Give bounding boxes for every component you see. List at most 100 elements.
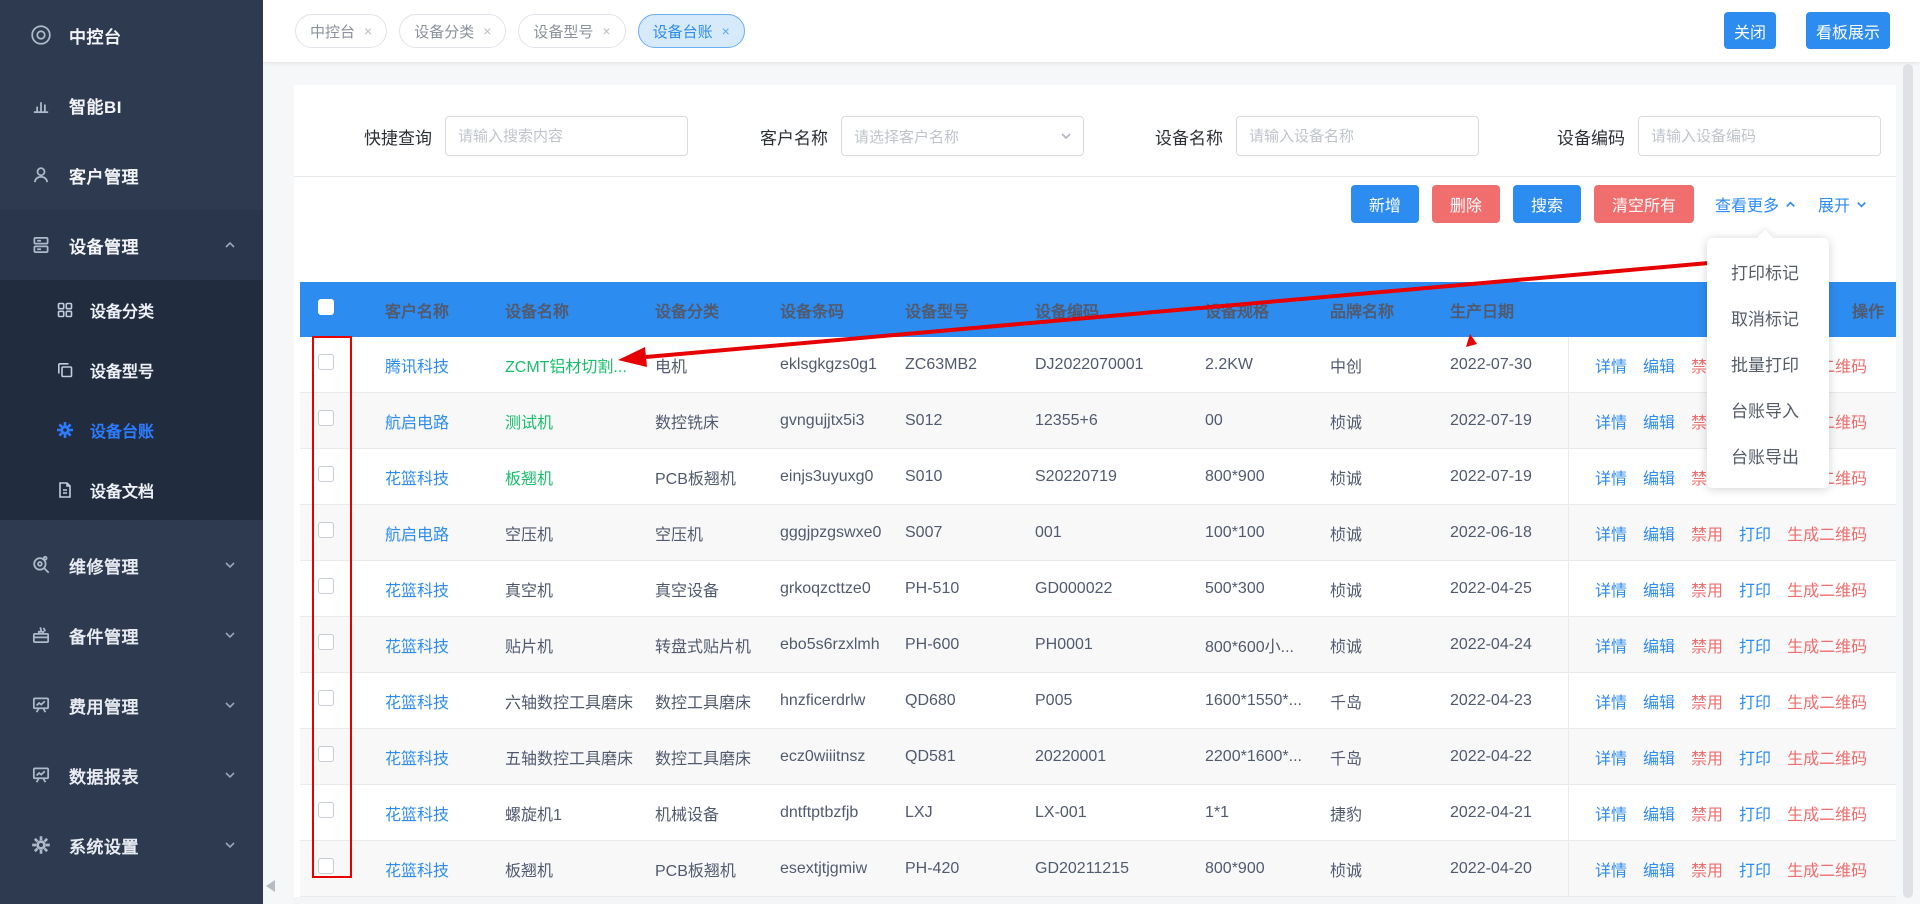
close-button[interactable]: 关闭 bbox=[1724, 12, 1776, 49]
delete-button[interactable]: 删除 bbox=[1432, 185, 1500, 223]
action-edit[interactable]: 编辑 bbox=[1643, 801, 1675, 825]
action-edit[interactable]: 编辑 bbox=[1643, 689, 1675, 713]
action-qrcode[interactable]: 生成二维码 bbox=[1787, 521, 1867, 545]
menu-item-batch-print[interactable]: 批量打印 bbox=[1707, 340, 1829, 386]
customer-link[interactable]: 花篮科技 bbox=[385, 751, 449, 768]
tab-device-category[interactable]: 设备分类 bbox=[399, 14, 506, 48]
sidebar-item-console[interactable]: 中控台 bbox=[0, 0, 263, 70]
sidebar-item-repair-mgmt[interactable]: 维修管理 bbox=[0, 530, 263, 600]
action-disable[interactable]: 禁用 bbox=[1691, 633, 1723, 657]
action-disable[interactable]: 禁用 bbox=[1691, 745, 1723, 769]
close-icon[interactable] bbox=[602, 24, 610, 38]
action-edit[interactable]: 编辑 bbox=[1643, 577, 1675, 601]
tab-device-ledger[interactable]: 设备台账 bbox=[638, 14, 745, 48]
customer-link[interactable]: 花篮科技 bbox=[385, 807, 449, 824]
board-display-button[interactable]: 看板展示 bbox=[1806, 12, 1890, 49]
action-edit[interactable]: 编辑 bbox=[1643, 353, 1675, 377]
customer-link[interactable]: 航启电路 bbox=[385, 415, 449, 432]
sidebar-item-bi[interactable]: 智能BI bbox=[0, 70, 263, 140]
quick-search-input[interactable] bbox=[445, 116, 688, 156]
action-print[interactable]: 打印 bbox=[1739, 633, 1771, 657]
sidebar-item-device-model[interactable]: 设备型号 bbox=[0, 340, 263, 400]
action-disable[interactable]: 禁用 bbox=[1691, 689, 1723, 713]
row-checkbox[interactable] bbox=[318, 522, 334, 538]
add-button[interactable]: 新增 bbox=[1351, 185, 1419, 223]
action-print[interactable]: 打印 bbox=[1739, 577, 1771, 601]
action-edit[interactable]: 编辑 bbox=[1643, 745, 1675, 769]
action-print[interactable]: 打印 bbox=[1739, 689, 1771, 713]
row-checkbox[interactable] bbox=[318, 802, 334, 818]
close-icon[interactable] bbox=[364, 24, 372, 38]
device-code-input[interactable] bbox=[1638, 116, 1881, 156]
action-print[interactable]: 打印 bbox=[1739, 857, 1771, 881]
horizontal-scroll-strip[interactable] bbox=[294, 897, 1896, 904]
action-edit[interactable]: 编辑 bbox=[1643, 409, 1675, 433]
close-icon[interactable] bbox=[483, 24, 491, 38]
clear-all-button[interactable]: 清空所有 bbox=[1594, 185, 1694, 223]
action-print[interactable]: 打印 bbox=[1739, 745, 1771, 769]
sidebar-item-spareparts-mgmt[interactable]: 备件管理 bbox=[0, 600, 263, 670]
customer-link[interactable]: 航启电路 bbox=[385, 527, 449, 544]
action-disable[interactable]: 禁用 bbox=[1691, 577, 1723, 601]
customer-link[interactable]: 腾讯科技 bbox=[385, 359, 449, 376]
sidebar-item-device-mgmt[interactable]: 设备管理 bbox=[0, 210, 263, 280]
vertical-scrollbar[interactable] bbox=[1903, 64, 1913, 898]
action-edit[interactable]: 编辑 bbox=[1643, 633, 1675, 657]
action-detail[interactable]: 详情 bbox=[1595, 409, 1627, 433]
row-checkbox[interactable] bbox=[318, 578, 334, 594]
row-checkbox[interactable] bbox=[318, 354, 334, 370]
action-detail[interactable]: 详情 bbox=[1595, 353, 1627, 377]
tab-device-model[interactable]: 设备型号 bbox=[518, 14, 625, 48]
action-disable[interactable]: 禁用 bbox=[1691, 857, 1723, 881]
action-qrcode[interactable]: 生成二维码 bbox=[1787, 689, 1867, 713]
action-qrcode[interactable]: 生成二维码 bbox=[1787, 857, 1867, 881]
sidebar-item-system-settings[interactable]: 系统设置 bbox=[0, 810, 263, 880]
sidebar-item-data-report[interactable]: 数据报表 bbox=[0, 740, 263, 810]
menu-item-ledger-import[interactable]: 台账导入 bbox=[1707, 386, 1829, 432]
sidebar-item-device-ledger[interactable]: 设备台账 bbox=[0, 400, 263, 460]
sidebar-item-device-docs[interactable]: 设备文档 bbox=[0, 460, 263, 520]
action-detail[interactable]: 详情 bbox=[1595, 857, 1627, 881]
action-detail[interactable]: 详情 bbox=[1595, 633, 1627, 657]
select-all-checkbox[interactable] bbox=[318, 299, 334, 315]
action-print[interactable]: 打印 bbox=[1739, 801, 1771, 825]
action-edit[interactable]: 编辑 bbox=[1643, 465, 1675, 489]
row-checkbox[interactable] bbox=[318, 410, 334, 426]
action-detail[interactable]: 详情 bbox=[1595, 465, 1627, 489]
action-qrcode[interactable]: 生成二维码 bbox=[1787, 801, 1867, 825]
customer-name-select[interactable]: 请选择客户名称 bbox=[841, 116, 1084, 156]
customer-link[interactable]: 花篮科技 bbox=[385, 639, 449, 656]
action-disable[interactable]: 禁用 bbox=[1691, 801, 1723, 825]
tab-console[interactable]: 中控台 bbox=[295, 14, 387, 48]
action-qrcode[interactable]: 生成二维码 bbox=[1787, 745, 1867, 769]
customer-link[interactable]: 花篮科技 bbox=[385, 863, 449, 880]
device-name-input[interactable] bbox=[1236, 116, 1479, 156]
search-button[interactable]: 搜索 bbox=[1513, 185, 1581, 223]
menu-item-print-mark[interactable]: 打印标记 bbox=[1707, 248, 1829, 294]
expand-link[interactable]: 展开 bbox=[1818, 192, 1868, 216]
menu-item-cancel-mark[interactable]: 取消标记 bbox=[1707, 294, 1829, 340]
row-checkbox[interactable] bbox=[318, 634, 334, 650]
row-checkbox[interactable] bbox=[318, 746, 334, 762]
menu-item-ledger-export[interactable]: 台账导出 bbox=[1707, 432, 1829, 478]
sidebar-item-fee-mgmt[interactable]: 费用管理 bbox=[0, 670, 263, 740]
sidebar-item-device-category[interactable]: 设备分类 bbox=[0, 280, 263, 340]
row-checkbox[interactable] bbox=[318, 858, 334, 874]
action-detail[interactable]: 详情 bbox=[1595, 689, 1627, 713]
row-checkbox[interactable] bbox=[318, 690, 334, 706]
action-qrcode[interactable]: 生成二维码 bbox=[1787, 577, 1867, 601]
close-icon[interactable] bbox=[722, 24, 730, 38]
action-qrcode[interactable]: 生成二维码 bbox=[1787, 633, 1867, 657]
action-detail[interactable]: 详情 bbox=[1595, 801, 1627, 825]
collapse-arrow-icon[interactable] bbox=[266, 880, 275, 892]
action-detail[interactable]: 详情 bbox=[1595, 521, 1627, 545]
action-disable[interactable]: 禁用 bbox=[1691, 521, 1723, 545]
customer-link[interactable]: 花篮科技 bbox=[385, 583, 449, 600]
row-checkbox[interactable] bbox=[318, 466, 334, 482]
action-detail[interactable]: 详情 bbox=[1595, 745, 1627, 769]
action-edit[interactable]: 编辑 bbox=[1643, 521, 1675, 545]
action-edit[interactable]: 编辑 bbox=[1643, 857, 1675, 881]
view-more-link[interactable]: 查看更多 bbox=[1715, 192, 1797, 216]
customer-link[interactable]: 花篮科技 bbox=[385, 695, 449, 712]
sidebar-item-customers[interactable]: 客户管理 bbox=[0, 140, 263, 210]
